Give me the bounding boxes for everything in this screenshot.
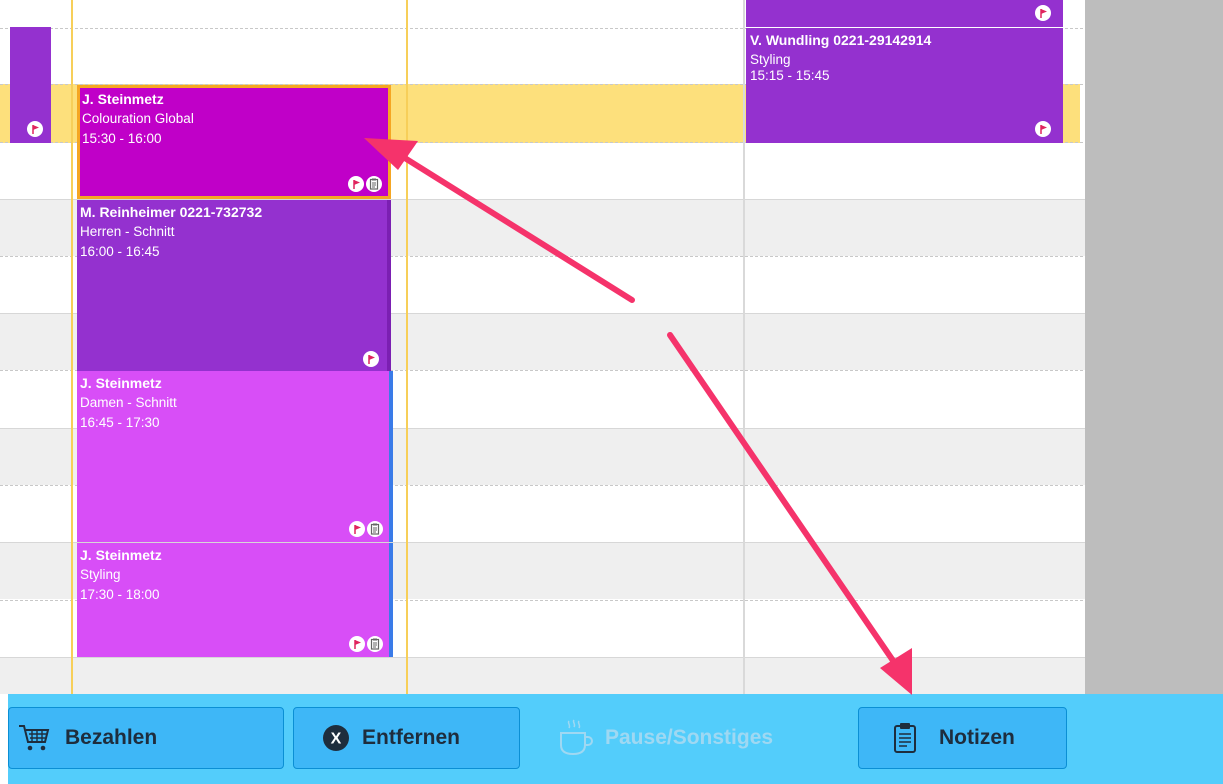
closed-time-area <box>1085 0 1223 694</box>
column-divider <box>71 0 73 694</box>
flag-icon <box>349 636 365 652</box>
remove-button[interactable]: X Entfernen <box>293 707 520 769</box>
shopping-cart-icon <box>19 725 50 751</box>
clipboard-icon <box>367 521 383 537</box>
appointment-card[interactable]: J. Steinmetz Damen - Schnitt 16:45 - 17:… <box>77 371 393 542</box>
clipboard-icon <box>367 636 383 652</box>
flag-icon <box>349 521 365 537</box>
appointment-edge <box>387 200 391 371</box>
appointment-service: Herren - Schnitt <box>80 224 175 239</box>
clipboard-icon <box>366 176 382 192</box>
appointment-client: V. Wundling 0221-29142914 <box>750 32 932 48</box>
svg-text:X: X <box>331 731 342 748</box>
appointment-card[interactable]: M. Reinheimer 0221-732732 Herren - Schni… <box>77 200 391 371</box>
notes-button[interactable]: Notizen <box>858 707 1067 769</box>
column-divider <box>743 0 745 694</box>
flag-icon <box>1035 121 1051 137</box>
appointment-edge <box>389 371 393 542</box>
remove-button-label: Entfernen <box>362 726 461 749</box>
appointment-card[interactable]: V. Wundling 0221-29142914 Styling 15:15 … <box>746 28 1063 143</box>
appointment-card-partial[interactable] <box>746 0 1063 27</box>
appointment-client: J. Steinmetz <box>80 547 162 563</box>
appointment-service: Styling <box>80 567 121 582</box>
appointment-service: Damen - Schnitt <box>80 395 177 410</box>
appointment-time: 16:00 - 16:45 <box>80 244 160 259</box>
appointment-client: J. Steinmetz <box>80 375 162 391</box>
flag-icon <box>363 351 379 367</box>
grid-line <box>0 657 1085 658</box>
x-circle-icon: X <box>323 725 349 751</box>
flag-icon <box>348 176 364 192</box>
flag-icon <box>1035 5 1051 21</box>
appointment-client: J. Steinmetz <box>82 91 164 107</box>
appointment-time: 17:30 - 18:00 <box>80 587 160 602</box>
appointment-edge <box>389 543 393 657</box>
appointment-time: 15:30 - 16:00 <box>82 131 162 146</box>
appointment-card-selected[interactable]: J. Steinmetz Colouration Global 15:30 - … <box>77 85 391 199</box>
appointment-time: 15:15 - 15:45 <box>750 68 830 83</box>
column-divider <box>406 0 408 694</box>
appointment-card-partial[interactable] <box>10 27 51 143</box>
pause-button-label: Pause/Sonstiges <box>605 726 774 749</box>
appointment-time: 16:45 - 17:30 <box>80 415 160 430</box>
coffee-cup-icon <box>560 719 593 756</box>
appointment-card[interactable]: J. Steinmetz Styling 17:30 - 18:00 <box>77 543 393 657</box>
action-toolbar: Bezahlen X Entfernen Pause/Sonstiges Not… <box>8 694 1223 784</box>
appointment-client: M. Reinheimer 0221-732732 <box>80 204 263 220</box>
flag-icon <box>27 121 43 137</box>
appointment-service: Colouration Global <box>82 111 194 126</box>
notes-button-label: Notizen <box>939 726 1015 749</box>
clipboard-icon <box>894 723 916 753</box>
pay-button[interactable]: Bezahlen <box>8 707 284 769</box>
calendar-grid: V. Wundling 0221-29142914 Styling 15:15 … <box>0 0 1223 694</box>
pause-button[interactable]: Pause/Sonstiges <box>538 707 838 769</box>
pay-button-label: Bezahlen <box>65 726 158 749</box>
time-row[interactable] <box>0 657 1085 694</box>
